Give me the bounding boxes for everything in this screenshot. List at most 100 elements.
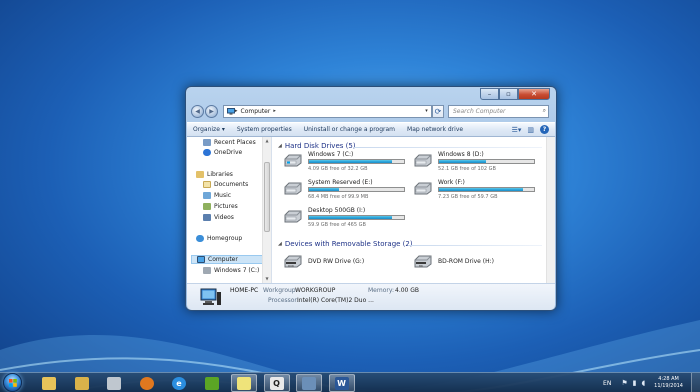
- nav-item-computer[interactable]: Computer: [191, 255, 263, 264]
- minimize-button[interactable]: –: [480, 88, 499, 100]
- change-view-icon[interactable]: ☰▾: [512, 126, 522, 134]
- start-button[interactable]: [3, 373, 22, 392]
- clock-date: 11/19/2014: [654, 383, 683, 389]
- collapse-icon[interactable]: ◢: [278, 143, 282, 149]
- back-button[interactable]: ◀: [191, 104, 204, 118]
- drive-tile[interactable]: Work (F:) 7.23 GB free of 59.7 GB: [413, 179, 541, 203]
- taskbar-app-button[interactable]: W: [328, 374, 355, 392]
- system-properties-button[interactable]: System properties: [231, 126, 298, 133]
- organize-button[interactable]: Organize ▾: [187, 126, 231, 133]
- search-input[interactable]: Search Computer ⌕: [448, 104, 549, 118]
- workgroup-label: Workgroup:: [263, 287, 298, 294]
- nav-item-recent-places[interactable]: Recent Places: [203, 139, 256, 146]
- taskbar-app-button[interactable]: [69, 374, 95, 392]
- nav-item-homegroup[interactable]: Homegroup: [196, 235, 242, 242]
- drive-usage-bar: [438, 187, 535, 192]
- taskbar: e Q W EN ⚑ ▮ ◖ 4:28 AM 11/19/2014: [0, 372, 700, 392]
- nav-item-onedrive[interactable]: OneDrive: [203, 149, 242, 156]
- nav-item-documents[interactable]: Documents: [203, 181, 248, 188]
- nav-label: Computer: [208, 256, 238, 263]
- svg-text:BD: BD: [419, 264, 423, 268]
- address-dropdown-icon[interactable]: ▾: [422, 108, 431, 114]
- nav-item-videos[interactable]: Videos: [203, 214, 234, 221]
- drive-tile[interactable]: Windows 7 (C:) 4.09 GB free of 32.2 GB: [283, 151, 411, 175]
- collapse-icon[interactable]: ◢: [278, 241, 282, 247]
- nav-label: Libraries: [207, 171, 233, 178]
- close-icon: ✕: [531, 90, 537, 98]
- drive-usage-fill: [309, 160, 392, 163]
- search-placeholder: Search Computer: [453, 107, 506, 115]
- taskbar-app-button[interactable]: [36, 374, 62, 392]
- nav-label: Homegroup: [207, 235, 243, 242]
- taskbar-app-button[interactable]: [231, 374, 257, 392]
- taskbar-app-button[interactable]: [296, 374, 322, 392]
- scroll-up-icon[interactable]: ▲: [263, 138, 271, 143]
- breadcrumb-computer[interactable]: Computer: [241, 108, 271, 115]
- taskbar-app-button[interactable]: [134, 374, 160, 392]
- maximize-button[interactable]: ▫: [499, 88, 518, 100]
- refresh-icon: ⟳: [434, 106, 442, 116]
- refresh-button[interactable]: ⟳: [432, 104, 444, 118]
- preview-pane-icon[interactable]: ▥: [527, 126, 534, 134]
- drive-usage-bar: [308, 187, 405, 192]
- nav-item-music[interactable]: Music: [203, 192, 231, 199]
- paint-icon: [107, 376, 121, 390]
- breadcrumb-separator-icon[interactable]: ▸: [235, 108, 238, 114]
- language-indicator[interactable]: EN: [603, 380, 611, 387]
- group-divider: [408, 245, 542, 246]
- search-icon[interactable]: ⌕: [543, 107, 546, 115]
- taskbar-app-button[interactable]: Q: [263, 374, 290, 392]
- clock[interactable]: 4:28 AM 11/19/2014: [654, 376, 683, 390]
- view-controls: ☰▾ ▥ ?: [512, 125, 555, 134]
- volume-icon[interactable]: ◖: [641, 379, 645, 387]
- action-center-flag-icon[interactable]: ⚑: [621, 379, 627, 387]
- drive-tile[interactable]: Desktop 500GB (I:) 59.9 GB free of 465 GB: [283, 207, 411, 231]
- drive-tile[interactable]: Windows 8 (D:) 52.1 GB free of 102 GB: [413, 151, 541, 175]
- close-button[interactable]: ✕: [518, 88, 550, 100]
- hard-drive-icon: [284, 210, 302, 223]
- uninstall-program-button[interactable]: Uninstall or change a program: [298, 126, 401, 133]
- breadcrumb-chevron-icon[interactable]: ▸: [273, 108, 276, 114]
- nav-item-windows7-drive[interactable]: Windows 7 (C:): [203, 267, 259, 274]
- content-pane[interactable]: ◢ Hard Disk Drives (5) Windows 7 (C:) 4.0…: [273, 137, 555, 283]
- removable-drive-tile[interactable]: DVD DVD RW Drive (G:): [283, 252, 411, 276]
- content-scrollbar[interactable]: [546, 137, 555, 283]
- address-bar[interactable]: ▸ Computer ▸ ▾: [223, 104, 432, 118]
- firefox-icon: [139, 376, 154, 390]
- organize-label: Organize: [193, 126, 220, 133]
- taskbar-app-button[interactable]: [101, 374, 127, 392]
- navigation-pane[interactable]: Recent Places OneDrive Libraries Documen…: [187, 137, 272, 283]
- drive-usage-bar: [438, 159, 535, 164]
- scroll-down-icon[interactable]: ▼: [263, 276, 271, 281]
- system-tray: EN ⚑ ▮ ◖ 4:28 AM 11/19/2014: [603, 373, 700, 392]
- show-desktop-button[interactable]: [691, 373, 700, 392]
- nav-label: Documents: [214, 181, 249, 188]
- removable-storage-header[interactable]: ◢ Devices with Removable Storage (2): [278, 240, 413, 248]
- drive-usage-bar: [308, 215, 405, 220]
- map-network-drive-button[interactable]: Map network drive: [401, 126, 469, 133]
- help-icon[interactable]: ?: [540, 125, 549, 134]
- network-icon[interactable]: ▮: [633, 379, 637, 387]
- group-title: Devices with Removable Storage (2): [284, 240, 413, 248]
- back-arrow-icon: ◀: [195, 107, 200, 115]
- nav-item-libraries[interactable]: Libraries: [196, 171, 233, 178]
- homegroup-icon: [196, 235, 204, 242]
- forward-button[interactable]: ▶: [205, 104, 218, 118]
- taskbar-app-button[interactable]: [199, 374, 225, 392]
- removable-drive-tile[interactable]: BD BD-ROM Drive (H:): [413, 252, 541, 276]
- explorer-window[interactable]: – ▫ ✕ ◀ ▶ ▸ Computer ▸ ▾ ⟳ Search Comput…: [185, 86, 557, 311]
- drive-tile[interactable]: System Reserved (E:) 68.4 MB free of 99.9…: [283, 179, 411, 203]
- hard-disk-drives-header[interactable]: ◢ Hard Disk Drives (5): [278, 142, 356, 150]
- drive-name: BD-ROM Drive (H:): [438, 258, 494, 265]
- chevron-down-icon: ▾: [221, 126, 225, 133]
- caption-buttons: – ▫ ✕: [480, 88, 550, 100]
- taskbar-app-button[interactable]: e: [166, 374, 192, 392]
- nav-item-pictures[interactable]: Pictures: [203, 203, 238, 210]
- drive-free-space: 59.9 GB free of 465 GB: [308, 222, 366, 228]
- drive-usage-fill: [309, 216, 392, 219]
- nav-pane-scroll-thumb[interactable]: [264, 162, 270, 232]
- videos-icon: [203, 214, 211, 221]
- nav-pane-scrollbar[interactable]: ▲ ▼: [262, 137, 271, 283]
- drive-name: System Reserved (E:): [308, 179, 373, 186]
- drive-usage-fill: [439, 160, 486, 163]
